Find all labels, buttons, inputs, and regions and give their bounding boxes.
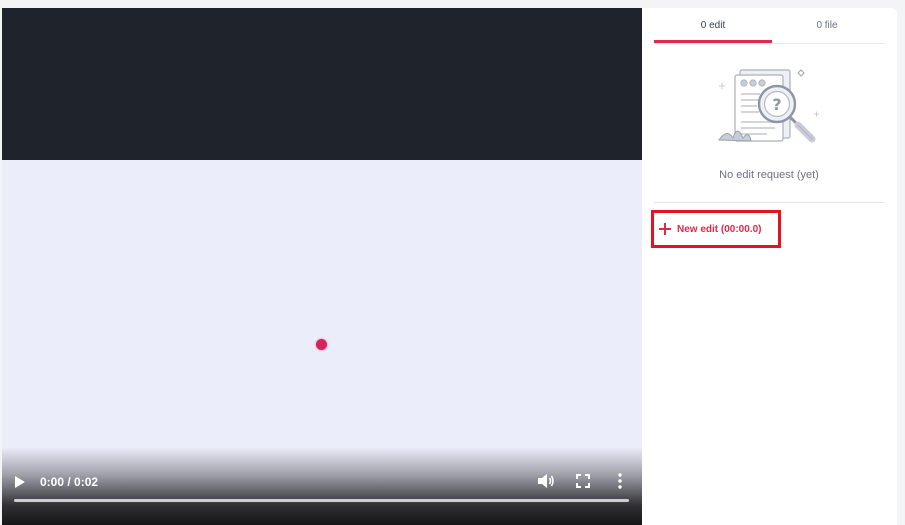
more-vertical-icon[interactable]	[616, 472, 624, 490]
video-letterbox	[2, 8, 642, 160]
progress-bar[interactable]	[14, 499, 629, 502]
volume-icon[interactable]	[537, 473, 555, 489]
fullscreen-icon[interactable]	[576, 474, 590, 488]
active-tab-indicator	[654, 40, 772, 43]
tab-bar: 0 edit 0 file	[654, 8, 884, 44]
video-dot	[316, 339, 327, 350]
time-display: 0:00 / 0:02	[40, 475, 99, 489]
new-edit-button[interactable]: New edit (00:00.0)	[651, 210, 781, 248]
plus-icon	[659, 223, 671, 235]
video-player[interactable]: 0:00 / 0:02	[2, 8, 642, 525]
tab-edits[interactable]: 0 edit	[654, 8, 772, 43]
empty-state-text: No edit request (yet)	[719, 169, 819, 181]
document-search-icon: ?	[715, 64, 825, 149]
tab-files[interactable]: 0 file	[770, 8, 884, 43]
new-edit-label: New edit (00:00.0)	[677, 223, 762, 235]
page: 0:00 / 0:02 0 edit 0 file ? No edit requ…	[0, 0, 905, 525]
video-controls: 0:00 / 0:02	[2, 447, 642, 525]
play-icon[interactable]	[14, 474, 30, 490]
divider	[654, 202, 884, 203]
edit-panel: 0 edit 0 file ? No edit request (yet) Ne…	[642, 8, 897, 525]
svg-text:?: ?	[772, 95, 781, 114]
